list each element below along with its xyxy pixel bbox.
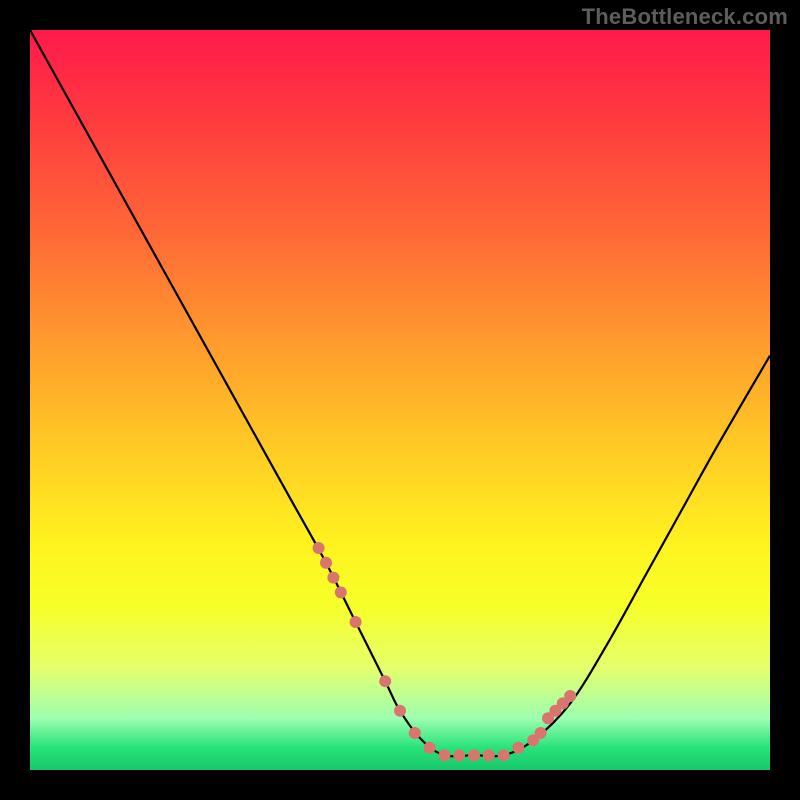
marker-point [438,749,450,761]
marker-point [564,690,576,702]
marker-point [424,742,436,754]
marker-point [512,742,524,754]
marker-point [335,586,347,598]
marker-point [313,542,325,554]
watermark-text: TheBottleneck.com [582,4,788,30]
curve-path [30,30,770,756]
marker-point [409,727,421,739]
marker-point [350,616,362,628]
marker-group [313,542,577,761]
marker-point [320,557,332,569]
marker-point [483,749,495,761]
bottleneck-chart [30,30,770,770]
marker-point [379,675,391,687]
marker-point [498,749,510,761]
marker-point [535,727,547,739]
marker-point [453,749,465,761]
marker-point [468,749,480,761]
marker-point [327,572,339,584]
marker-point [394,705,406,717]
